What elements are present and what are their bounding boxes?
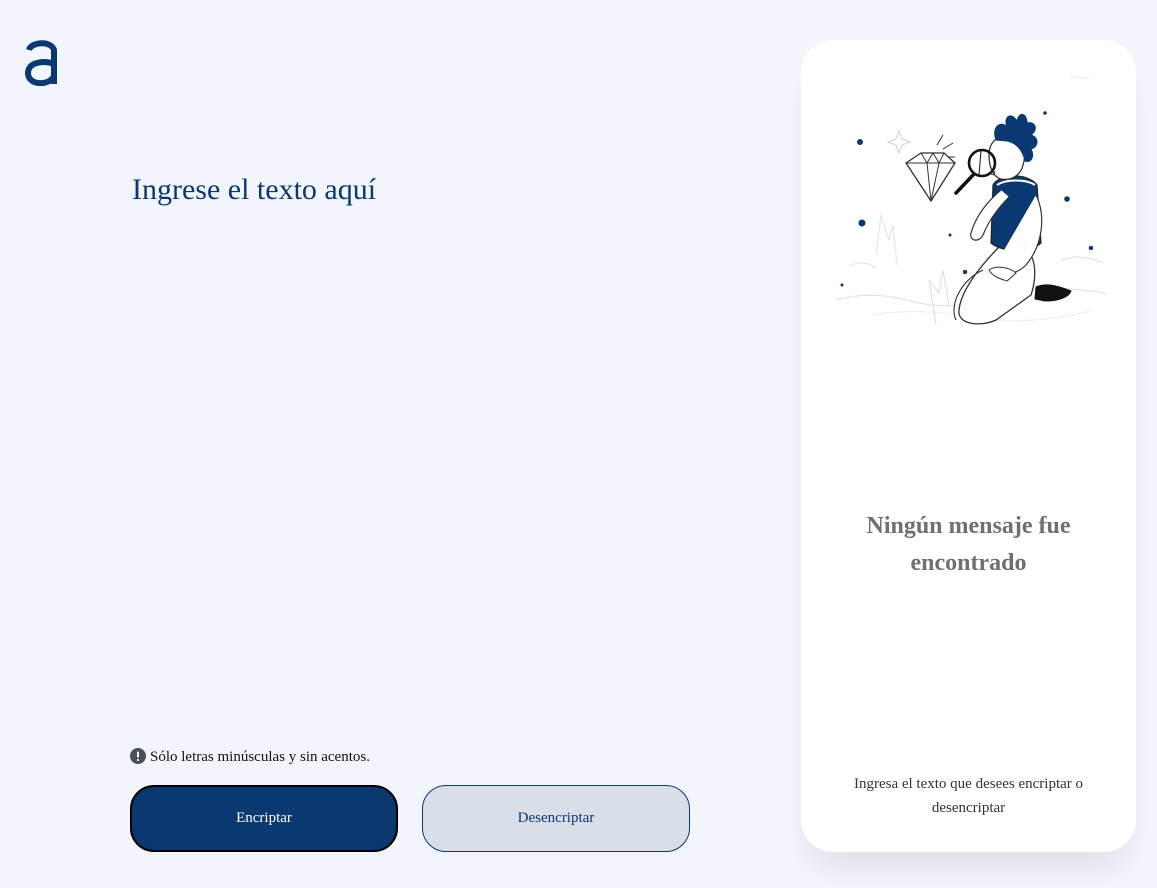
result-panel: Ningún mensaje fue encontrado Ingresa el… [801, 40, 1136, 852]
empty-result-description: Ingresa el texto que desees encriptar o … [853, 776, 1084, 816]
alura-logo-icon [24, 40, 57, 86]
input-hint: Sólo letras minúsculas y sin acentos. [130, 747, 370, 766]
hint-text: Sólo letras minúsculas y sin acentos. [150, 749, 370, 765]
encrypt-button[interactable]: Encriptar [130, 785, 398, 852]
empty-result-title: Ningún mensaje fue encontrado [866, 513, 1071, 576]
message-input[interactable] [132, 168, 732, 728]
person-with-magnifier-illustration [835, 72, 1107, 325]
decrypt-button[interactable]: Desencriptar [422, 785, 690, 852]
exclamation-circle-icon [130, 747, 146, 764]
